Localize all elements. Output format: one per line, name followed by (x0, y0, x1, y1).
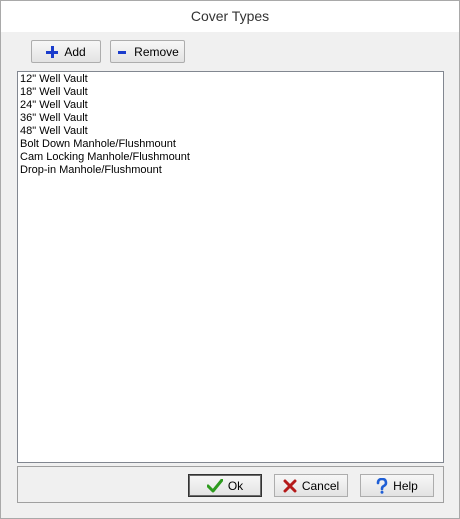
list-item[interactable]: Drop-in Manhole/Flushmount (20, 164, 441, 177)
list-item[interactable]: Cam Locking Manhole/Flushmount (20, 151, 441, 164)
dialog-title: Cover Types (1, 1, 459, 32)
list-item[interactable]: 12" Well Vault (20, 73, 441, 86)
help-button-label: Help (393, 478, 418, 493)
add-button[interactable]: Add (31, 40, 101, 63)
remove-button[interactable]: Remove (110, 40, 185, 63)
x-icon (283, 479, 297, 492)
remove-button-label: Remove (134, 44, 179, 59)
cancel-button[interactable]: Cancel (274, 474, 348, 497)
cancel-button-label: Cancel (301, 478, 340, 493)
question-mark-icon (376, 477, 388, 494)
help-button[interactable]: Help (360, 474, 434, 497)
add-button-label: Add (64, 44, 86, 59)
dialog-window: Cover Types Add Remove 12" Well Vault 18… (0, 0, 460, 519)
list-item[interactable]: 36" Well Vault (20, 112, 441, 125)
button-bar: Ok Cancel Help (17, 466, 444, 503)
ok-button[interactable]: Ok (188, 474, 262, 497)
checkmark-icon (206, 478, 223, 492)
ok-button-label: Ok (227, 478, 244, 493)
list-item[interactable]: 24" Well Vault (20, 99, 441, 112)
cover-types-list[interactable]: 12" Well Vault 18" Well Vault 24" Well V… (17, 71, 444, 463)
list-item[interactable]: 48" Well Vault (20, 125, 441, 138)
plus-icon (46, 45, 59, 58)
list-item[interactable]: 18" Well Vault (20, 86, 441, 99)
minus-icon (116, 46, 128, 58)
list-item[interactable]: Bolt Down Manhole/Flushmount (20, 138, 441, 151)
dialog-client: Add Remove 12" Well Vault 18" Well Vault… (8, 32, 452, 511)
